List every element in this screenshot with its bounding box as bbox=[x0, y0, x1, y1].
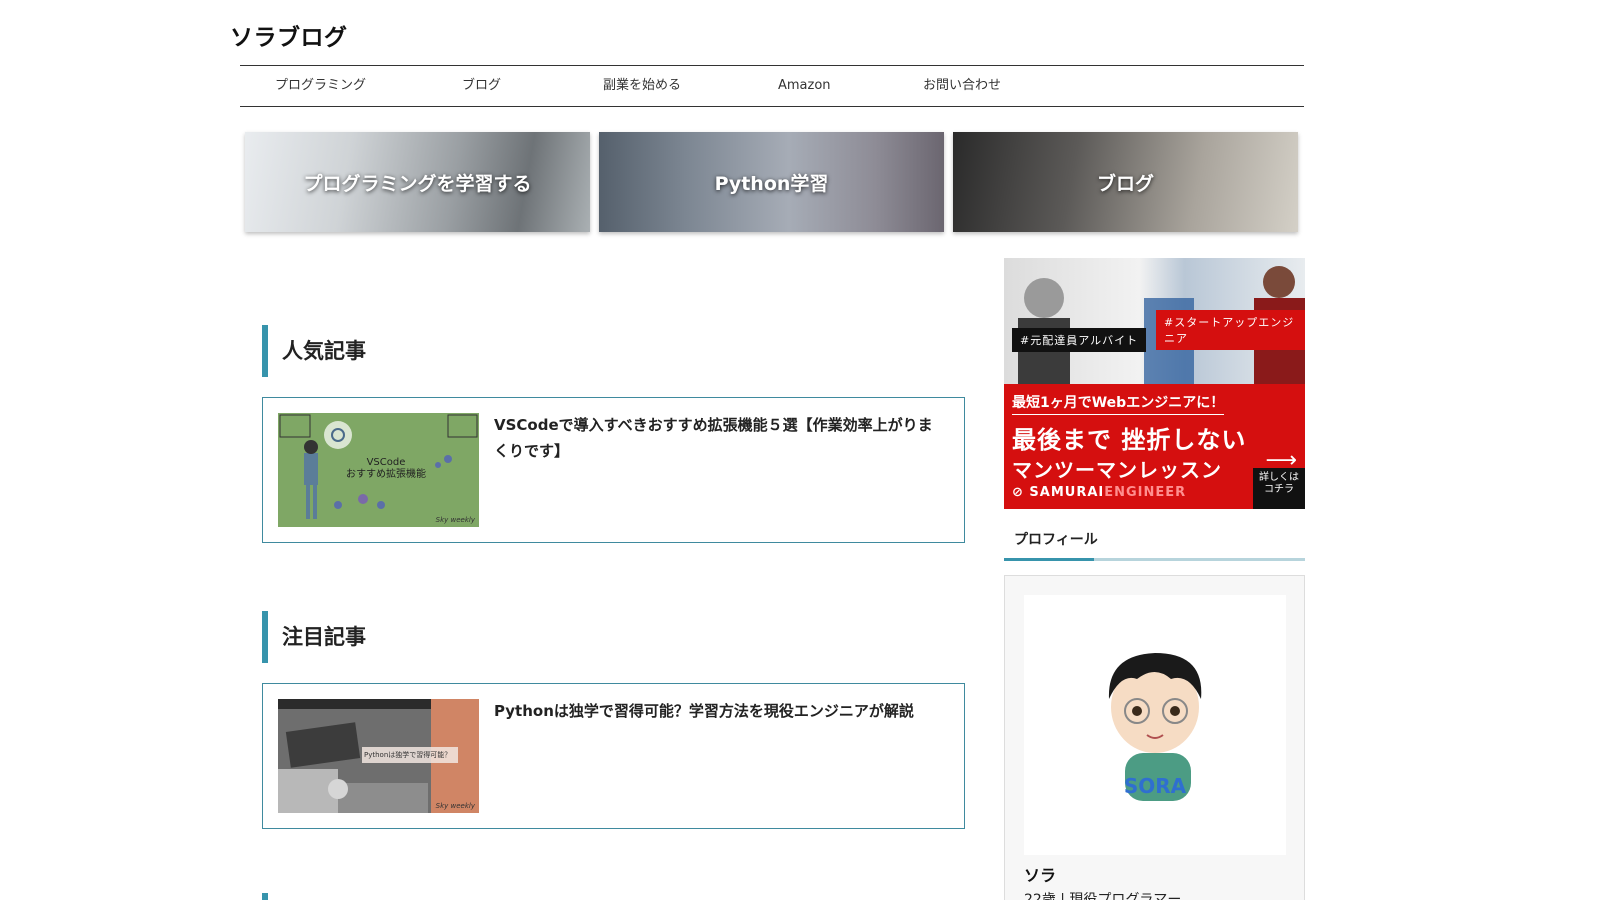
article-title[interactable]: VSCodeで導入すべきおすすめ拡張機能５選【作業効率上がりまくりです】 bbox=[494, 412, 944, 464]
thumb-signature: Sky weekly bbox=[435, 802, 475, 810]
thumb-text: VSCode bbox=[366, 457, 406, 468]
avatar-text: SORA bbox=[1124, 774, 1187, 798]
banner-headline-2: マンツーマンレッスン bbox=[1012, 458, 1222, 482]
avatar: SORA bbox=[1024, 595, 1286, 855]
article-thumbnail: VSCode おすすめ拡張機能 Sky weekly bbox=[278, 413, 479, 527]
nav-item-programming[interactable]: プログラミング bbox=[275, 66, 366, 106]
banner-photo: #元配達員アルバイト #スタートアップエンジニア bbox=[1004, 258, 1305, 384]
widget-title-profile: プロフィール bbox=[1004, 528, 1305, 561]
thumb-text: おすすめ拡張機能 bbox=[346, 469, 426, 480]
banner-brand: ⊘ SAMURAIENGINEER bbox=[1012, 485, 1187, 500]
nav-item-blog[interactable]: ブログ bbox=[462, 66, 501, 106]
avatar-illustration-icon: SORA bbox=[1108, 653, 1202, 801]
banner-tag: #スタートアップエンジニア bbox=[1156, 310, 1305, 350]
banner-headline: 最後まで 挫折しない bbox=[1012, 426, 1247, 454]
category-box-blog[interactable]: ブログ bbox=[953, 132, 1298, 232]
category-box-programming[interactable]: プログラミングを学習する bbox=[245, 132, 590, 232]
nav-item-amazon[interactable]: Amazon bbox=[778, 66, 831, 106]
banner-subhead: 最短1ヶ月でWebエンジニアに！ bbox=[1012, 392, 1225, 415]
category-label: Python学習 bbox=[714, 172, 829, 195]
banner-cta[interactable]: 詳しくは コチラ bbox=[1253, 468, 1305, 509]
brand-part: SAMURAI bbox=[1029, 485, 1105, 500]
cta-text: 詳しくは bbox=[1259, 472, 1299, 483]
article-thumbnail: Pythonは独学で習得可能？ Sky weekly bbox=[278, 699, 479, 813]
cta-text: コチラ bbox=[1264, 484, 1294, 495]
thumb-text: Pythonは独学で習得可能？ bbox=[364, 751, 452, 759]
nav-item-side-business[interactable]: 副業を始める bbox=[603, 66, 681, 106]
profile-description: 22歳 | 現役プログラマー bbox=[1024, 892, 1182, 900]
category-box-python[interactable]: Python学習 bbox=[599, 132, 944, 232]
section-heading-popular: 人気記事 bbox=[262, 325, 366, 377]
section-heading-marker bbox=[262, 893, 268, 900]
category-label: ブログ bbox=[1096, 172, 1154, 195]
profile-widget: SORA ソラ 22歳 | 現役プログラマー bbox=[1004, 575, 1305, 900]
banner-copy: 最短1ヶ月でWebエンジニアに！ 最後まで 挫折しない マンツーマンレッスン ⊘… bbox=[1004, 384, 1305, 509]
brand-part: ENGINEER bbox=[1104, 485, 1187, 500]
category-label: プログラミングを学習する bbox=[303, 172, 532, 195]
article-title[interactable]: Pythonは独学で習得可能？学習方法を現役エンジニアが解説 bbox=[494, 698, 944, 724]
thumb-signature: Sky weekly bbox=[435, 516, 475, 524]
banner-tag: #元配達員アルバイト bbox=[1012, 328, 1147, 352]
global-nav: プログラミング ブログ 副業を始める Amazon お問い合わせ bbox=[240, 65, 1304, 107]
ad-banner-samurai-engineer[interactable]: #元配達員アルバイト #スタートアップエンジニア 最短1ヶ月でWebエンジニアに… bbox=[1004, 258, 1305, 509]
site-title[interactable]: ソラブログ bbox=[230, 18, 348, 52]
article-card-vscode[interactable]: VSCode おすすめ拡張機能 Sky weekly VSCodeで導入すべきお… bbox=[262, 397, 965, 543]
nav-item-contact[interactable]: お問い合わせ bbox=[923, 66, 1001, 106]
article-card-python[interactable]: Pythonは独学で習得可能？ Sky weekly Pythonは独学で習得可… bbox=[262, 683, 965, 829]
profile-name: ソラ bbox=[1024, 866, 1057, 885]
section-heading-featured: 注目記事 bbox=[262, 611, 366, 663]
